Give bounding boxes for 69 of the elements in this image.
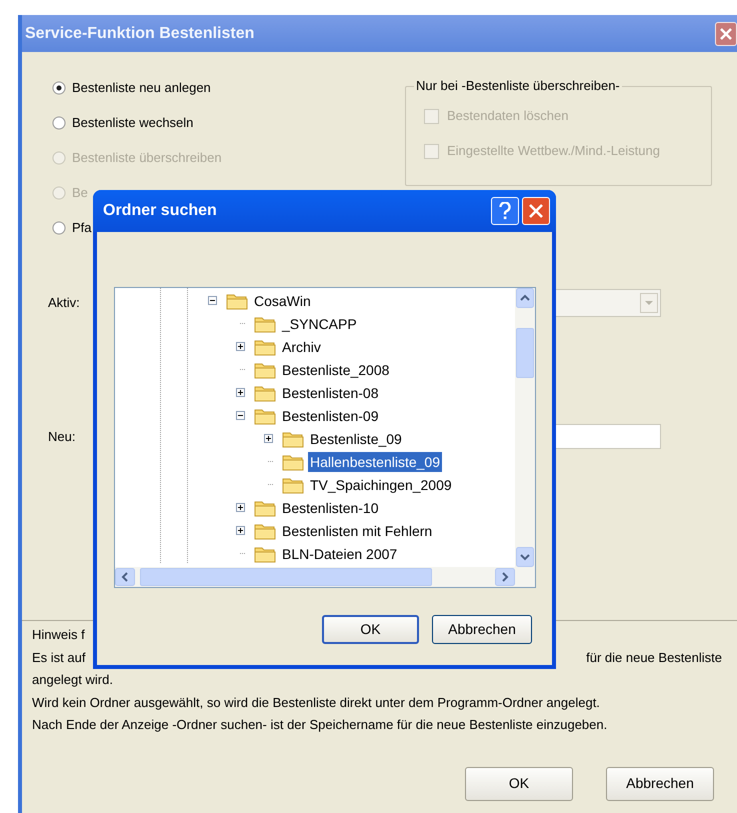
close-button[interactable] [522,197,550,225]
vertical-scrollbar[interactable] [515,288,535,567]
tree-item[interactable]: _SYNCAPP [280,314,359,334]
radio-button[interactable] [52,220,66,234]
hint-text: Es ist auf [32,648,86,666]
hint-text: angelegt wird. [32,671,113,689]
dialog-button[interactable]: Abbrechen [432,615,532,644]
tree-item[interactable]: Bestenlisten-10 [280,498,381,518]
tree-item[interactable]: Bestenlisten-08 [280,382,381,402]
expand-icon[interactable] [264,434,273,443]
hint-text: für die neue Bestenliste [586,648,722,666]
scroll-thumb[interactable] [140,568,432,586]
collapse-icon[interactable] [236,411,245,420]
expand-icon[interactable] [236,526,245,535]
scroll-right-icon [495,568,515,586]
dialog-title: Ordner suchen [103,201,217,221]
help-icon [499,202,511,220]
tree-item[interactable]: Bestenlisten-09 [280,406,381,426]
folder-icon [254,522,276,540]
folder-icon [254,406,276,424]
field-label: Aktiv: [48,294,81,312]
tree-item[interactable]: CosaWin [252,290,313,310]
tree-item[interactable]: Hallenbestenliste_09 [308,452,442,472]
scroll-up-icon [516,288,534,308]
folder-icon [282,476,304,494]
radio-label: Pfa [72,218,92,237]
folder-icon [254,314,276,332]
folder-icon [282,430,304,448]
dialog-button[interactable]: OK [465,766,573,800]
folder-icon [282,452,304,470]
window-title: Service-Funktion Bestenlisten [25,24,254,44]
tree-item[interactable]: Archiv [280,336,323,356]
checkbox-label: Bestendaten löschen [447,107,568,126]
tree-item[interactable]: Bestenliste_2008 [280,360,392,380]
collapse-icon[interactable] [208,296,217,305]
radio-label: Bestenliste überschreiben [72,148,222,167]
tree-item[interactable]: Bestenliste_09 [308,428,404,448]
tree-item[interactable]: Bestenlisten mit Fehlern [280,520,434,540]
tree-item[interactable]: BLN-Dateien 2007 [280,544,400,564]
folder-icon [254,498,276,516]
horizontal-scrollbar[interactable] [115,567,535,587]
folder-icon [226,292,248,310]
dialog-button[interactable]: Abbrechen [606,766,714,800]
scroll-down-icon [516,547,534,567]
checkbox-label: Eingestellte Wettbew./Mind.-Leistung [447,142,660,160]
folder-icon [254,384,276,402]
expand-icon[interactable] [236,388,245,397]
dialog-button[interactable]: OK [322,615,419,644]
scroll-thumb[interactable] [516,328,534,378]
tree-item[interactable]: TV_Spaichingen_2009 [308,474,454,494]
radio-button[interactable] [52,116,66,130]
hint-text: Wird kein Ordner ausgewählt, so wird die Bestenliste direkt unter dem Programm-Ordner angelegt. [32,694,600,712]
close-icon [720,28,732,40]
radio-label: Be [72,184,88,202]
hint-text: Nach Ende der Anzeige -Ordner suchen- ist der Speichername für die neue Bestenliste einzugeben. [32,716,608,734]
radio-label: Bestenliste wechseln [72,114,194,132]
expand-icon[interactable] [236,342,245,351]
field-label: Neu: [48,428,76,446]
radio-button[interactable] [52,80,66,94]
folder-icon [254,338,276,356]
help-button[interactable] [491,197,519,225]
close-icon [529,204,543,218]
scroll-left-icon [115,568,135,586]
expand-icon[interactable] [236,503,245,512]
hint-text: Hinweis f [32,626,85,644]
folder-icon [254,544,276,562]
folder-icon [254,360,276,378]
close-button[interactable] [715,22,737,46]
radio-label: Bestenliste neu anlegen [72,78,211,97]
